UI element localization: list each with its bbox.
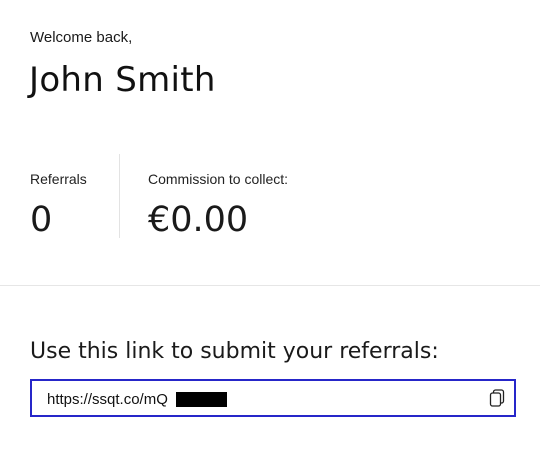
referrals-label: Referrals <box>30 171 87 187</box>
redacted-link-portion <box>176 392 227 407</box>
commission-label: Commission to collect: <box>148 171 289 187</box>
copy-icon <box>489 389 505 407</box>
referral-link-field[interactable]: https://ssqt.co/mQ <box>30 379 516 417</box>
commission-amount: €0.00 <box>148 200 249 240</box>
section-divider <box>0 285 540 286</box>
welcome-text: Welcome back, <box>30 29 133 46</box>
commission-stat: Commission to collect: €0.00 <box>148 154 368 240</box>
referral-link-heading: Use this link to submit your referrals: <box>30 339 439 364</box>
referrals-stat: Referrals 0 <box>30 154 120 240</box>
user-name: John Smith <box>29 60 216 100</box>
referral-link-text[interactable]: https://ssqt.co/mQ <box>47 391 168 409</box>
copy-link-button[interactable] <box>486 387 508 409</box>
referrals-count: 0 <box>30 200 53 240</box>
